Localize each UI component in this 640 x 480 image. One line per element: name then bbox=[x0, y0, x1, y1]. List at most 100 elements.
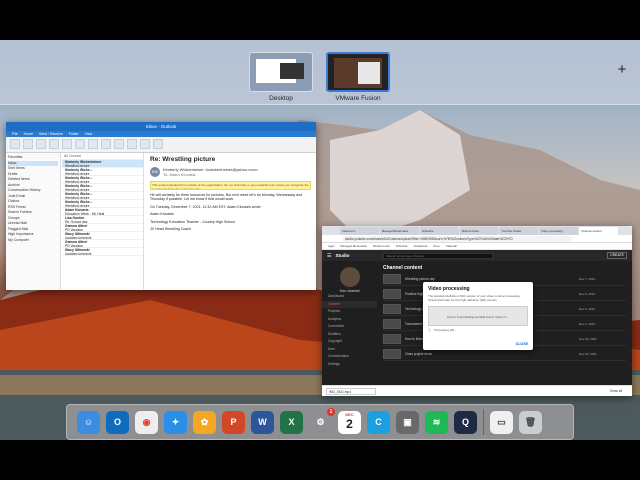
bookmark-item[interactable]: Schedule bbox=[396, 243, 408, 249]
video-preview: How to Import Editing and Edit Fusion Vi… bbox=[428, 305, 528, 326]
minimized-window-icon[interactable]: ▭ bbox=[490, 410, 513, 434]
reply-all-button[interactable] bbox=[88, 139, 98, 149]
bookmark-item[interactable]: Apps bbox=[328, 243, 334, 249]
bookmark-item[interactable]: Student Links bbox=[373, 243, 390, 249]
chrome-icon[interactable]: ◉ bbox=[135, 410, 158, 434]
calendar-icon[interactable]: DEC 2 bbox=[338, 410, 361, 434]
yt-nav-list: Dashboard Content Playlists Analytics Commen… bbox=[322, 293, 377, 368]
clipchamp-icon[interactable]: C bbox=[367, 410, 390, 434]
yt-nav-item[interactable]: Analytics bbox=[322, 316, 377, 324]
video-thumbnail[interactable] bbox=[383, 274, 401, 284]
new-email-button[interactable] bbox=[10, 139, 20, 149]
yt-nav-item[interactable]: Playlists bbox=[322, 308, 377, 316]
rules-button[interactable] bbox=[127, 139, 137, 149]
download-item[interactable]: IMG_4521.mp4 bbox=[326, 387, 376, 395]
yt-nav-item[interactable]: Subtitles bbox=[322, 331, 377, 339]
yt-studio-header: ☰ Studio Search across your channel CREA… bbox=[322, 250, 632, 261]
vmware-fusion-icon[interactable]: ▣ bbox=[396, 410, 419, 434]
message-row[interactable]: Stacy Ultimoski Updated schedule bbox=[62, 232, 143, 240]
yt-studio-logo[interactable]: Studio bbox=[335, 253, 349, 258]
message-row[interactable]: Kimberly Wicke... Wrestling picture bbox=[62, 168, 143, 176]
yt-nav-item[interactable]: Earn bbox=[322, 346, 377, 354]
finder-icon[interactable]: ☺ bbox=[77, 410, 100, 434]
email-to: To: Adam Kiovasis bbox=[163, 172, 196, 177]
quicktime-icon[interactable]: Q bbox=[454, 410, 477, 434]
close-button[interactable]: CLOSE bbox=[516, 342, 528, 346]
message-row[interactable]: Adam Kiovasis Education Week - Mt. Heal bbox=[62, 208, 143, 216]
forward-button[interactable] bbox=[101, 139, 111, 149]
safari-icon[interactable]: ✦ bbox=[164, 410, 187, 434]
ribbon-tab-file[interactable]: File bbox=[12, 131, 18, 137]
calendar-day: 2 bbox=[346, 416, 353, 431]
email-sender-row: KW Kimberly Wickenheiser <kwickenheiser@… bbox=[150, 167, 311, 177]
delete-button[interactable] bbox=[49, 139, 59, 149]
message-list-header[interactable]: All Unread bbox=[62, 153, 143, 160]
message-row[interactable]: Kimberly Wicke... Wrestling picture bbox=[62, 192, 143, 200]
message-row[interactable]: Gemma Altieri PD Vacation bbox=[62, 224, 143, 232]
new-items-button[interactable] bbox=[23, 139, 33, 149]
video-title[interactable]: Wrestling picture day bbox=[405, 277, 495, 281]
channel-avatar[interactable] bbox=[339, 267, 360, 287]
ribbon-tab-send-receive[interactable]: Send / Receive bbox=[39, 131, 63, 137]
archive-button[interactable] bbox=[62, 139, 72, 149]
show-all-downloads-link[interactable]: Show all bbox=[610, 389, 622, 393]
yt-nav-item[interactable]: Content bbox=[322, 300, 377, 308]
dialog-description: The standard definition (SD) version of … bbox=[428, 294, 521, 302]
browser-tab[interactable]: YouTube Studio bbox=[499, 227, 539, 235]
yt-nav-item[interactable]: Customization bbox=[322, 353, 377, 361]
create-button[interactable]: CREATE bbox=[607, 252, 627, 259]
address-bar[interactable]: studio.youtube.com/channel/UC/videos/upl… bbox=[342, 235, 572, 242]
video-thumbnail[interactable] bbox=[383, 289, 401, 299]
browser-tab[interactable]: Video processing bbox=[539, 227, 579, 235]
word-icon[interactable]: W bbox=[251, 410, 274, 434]
reply-button[interactable] bbox=[75, 139, 85, 149]
menu-icon[interactable]: ☰ bbox=[327, 253, 331, 259]
browser-tab[interactable]: Schedule bbox=[419, 227, 459, 235]
message-row[interactable]: Gemma Altieri PD Vacation bbox=[62, 240, 143, 248]
system-preferences-icon[interactable]: ⚙ 1 bbox=[309, 407, 335, 434]
excel-icon[interactable]: X bbox=[280, 410, 303, 434]
browser-tab[interactable]: Classroom bbox=[340, 227, 379, 235]
bookmark-item[interactable]: Gradebook bbox=[413, 243, 427, 249]
browser-tab-strip: Classroom Managed Bookmarks Schedule Shared… bbox=[322, 226, 632, 235]
message-row[interactable]: Kimberly Wicke... Wrestling picture bbox=[62, 176, 143, 184]
ribbon-tab-home[interactable]: Home bbox=[24, 131, 33, 137]
tags-button[interactable] bbox=[140, 139, 150, 149]
find-button[interactable] bbox=[153, 139, 163, 149]
trash-icon[interactable]: 🗑 bbox=[519, 410, 542, 434]
ribbon-tab-view[interactable]: View bbox=[85, 131, 93, 137]
outlook-icon[interactable]: O bbox=[106, 410, 129, 434]
ignore-button[interactable] bbox=[36, 139, 46, 149]
ribbon-tab-folder[interactable]: Folder bbox=[69, 131, 79, 137]
spotify-icon[interactable]: ≋ bbox=[425, 410, 448, 434]
video-thumbnail[interactable] bbox=[383, 304, 401, 314]
video-title[interactable]: Class project demo bbox=[405, 352, 495, 356]
move-button[interactable] bbox=[114, 139, 124, 149]
bookmark-item[interactable]: Calendar bbox=[446, 243, 457, 249]
video-thumbnail[interactable] bbox=[383, 319, 401, 329]
space-desktop-thumbnail[interactable] bbox=[249, 52, 313, 92]
message-row[interactable]: Stacy Ultimoski Updated schedule bbox=[62, 248, 143, 256]
browser-tab[interactable]: Channel content bbox=[579, 227, 619, 235]
message-row[interactable]: Kimberly Wicke... Wrestling picture bbox=[62, 184, 143, 192]
message-row[interactable]: Kimberly Wicke... Wrestling picture bbox=[62, 200, 143, 208]
message-row[interactable]: Kimberly Wickenheiser Wrestling picture bbox=[62, 160, 143, 168]
video-thumbnail[interactable] bbox=[383, 334, 401, 344]
yt-search-input[interactable]: Search across your channel bbox=[383, 252, 494, 259]
browser-tab[interactable]: Shared drives bbox=[459, 227, 499, 235]
browser-tab[interactable]: Managed Bookmarks bbox=[379, 227, 419, 235]
powerpoint-icon[interactable]: P bbox=[222, 410, 245, 434]
outlook-window[interactable]: Inbox - Outlook File Home Send / Receive… bbox=[6, 122, 316, 290]
folder-item[interactable]: My Computer bbox=[8, 238, 58, 244]
yt-nav-item[interactable]: Copyright bbox=[322, 338, 377, 346]
yt-nav-item[interactable]: Comments bbox=[322, 323, 377, 331]
bookmark-item[interactable]: Drive bbox=[433, 243, 440, 249]
bookmark-item[interactable]: Managed Bookmarks bbox=[340, 243, 366, 249]
yt-nav-item[interactable]: Dashboard bbox=[322, 293, 377, 301]
space-vmware-thumbnail[interactable] bbox=[326, 52, 390, 92]
yt-nav-item[interactable]: Settings bbox=[322, 361, 377, 369]
add-space-button[interactable]: + bbox=[614, 62, 630, 78]
message-row[interactable]: Lisa Gordon Re: School day bbox=[62, 216, 143, 224]
video-thumbnail[interactable] bbox=[383, 349, 401, 359]
photos-icon[interactable]: ✿ bbox=[193, 410, 216, 434]
